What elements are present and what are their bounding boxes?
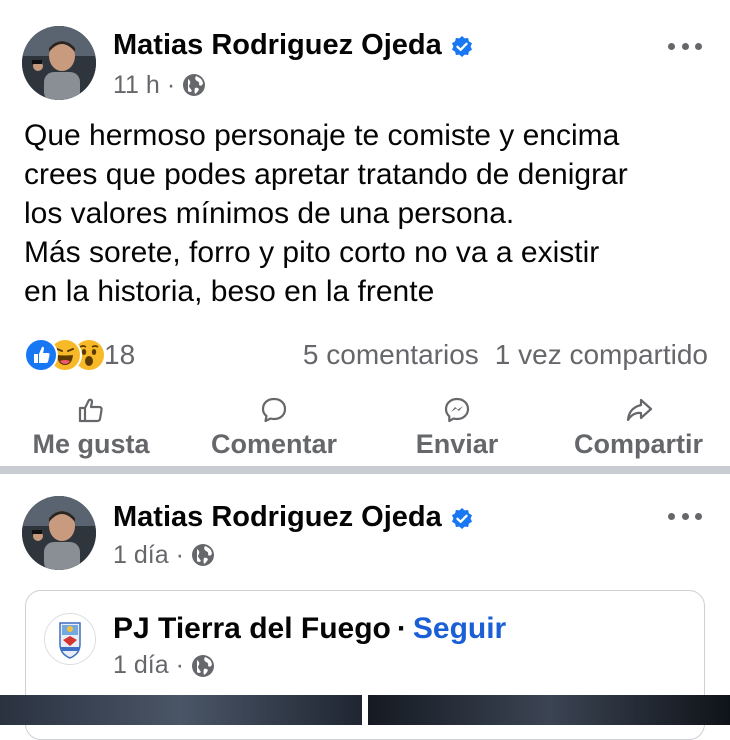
- shared-photo-right[interactable]: [368, 695, 730, 725]
- post-timestamp[interactable]: 1 día: [113, 540, 169, 570]
- reaction-count[interactable]: 18: [104, 339, 135, 371]
- shared-photo-left[interactable]: [0, 695, 362, 725]
- more-dot-icon: [695, 42, 702, 50]
- post-separator: [0, 466, 730, 474]
- author-name-text[interactable]: Matias Rodriguez Ojeda: [113, 28, 442, 62]
- thumbs-up-icon: [77, 396, 105, 424]
- shared-post-timestamp[interactable]: 1 día: [113, 651, 169, 680]
- meta-dot: ·: [175, 541, 184, 569]
- post-1: Matias Rodriguez Ojeda 11 h · Que hermos…: [0, 0, 730, 466]
- shares-count-link[interactable]: 1 vez compartido: [495, 339, 708, 371]
- author-name-text[interactable]: Matias Rodriguez Ojeda: [113, 500, 442, 534]
- shared-page-header: PJ Tierra del Fuego · Seguir: [113, 611, 506, 647]
- globe-icon: [191, 654, 215, 678]
- author-name[interactable]: Matias Rodriguez Ojeda: [113, 28, 474, 62]
- send-button[interactable]: Enviar: [412, 396, 502, 460]
- share-label: Compartir: [573, 429, 703, 459]
- more-dot-icon: [695, 512, 702, 520]
- post-meta: 11 h ·: [113, 70, 206, 100]
- comment-label: Comentar: [210, 429, 338, 459]
- more-dot-icon: [668, 512, 675, 520]
- comment-icon: [260, 396, 288, 424]
- verified-badge-icon: [450, 505, 474, 529]
- page-name-separator: ·: [396, 612, 407, 645]
- more-options-button[interactable]: [668, 36, 702, 56]
- like-label: Me gusta: [32, 429, 150, 459]
- share-button[interactable]: Compartir: [566, 396, 711, 460]
- globe-icon: [191, 543, 215, 567]
- page-logo[interactable]: [44, 613, 96, 665]
- meta-dot: ·: [175, 651, 184, 679]
- page-name-link[interactable]: PJ Tierra del Fuego: [113, 612, 391, 645]
- author-avatar[interactable]: [22, 496, 96, 570]
- reactions-summary[interactable]: 18: [24, 338, 135, 372]
- comment-button[interactable]: Comentar: [204, 396, 344, 460]
- more-dot-icon: [681, 42, 689, 50]
- post-actions-bar: Me gusta Comentar Enviar Compartir: [0, 396, 730, 464]
- post-stats: 18 5 comentarios 1 vez compartido: [24, 336, 708, 374]
- more-dot-icon: [681, 512, 689, 520]
- like-button[interactable]: Me gusta: [26, 396, 156, 460]
- author-name[interactable]: Matias Rodriguez Ojeda: [113, 500, 474, 534]
- more-options-button[interactable]: [668, 506, 702, 526]
- globe-icon: [182, 73, 206, 97]
- meta-dot: ·: [166, 71, 176, 99]
- verified-badge-icon: [450, 33, 474, 57]
- comments-count-link[interactable]: 5 comentarios: [303, 339, 479, 371]
- post-text: Que hermoso personaje te comiste y encim…: [24, 119, 628, 308]
- author-avatar[interactable]: [22, 26, 96, 100]
- post-meta: 1 día ·: [113, 540, 215, 570]
- send-label: Enviar: [415, 429, 499, 459]
- more-dot-icon: [668, 42, 675, 50]
- shared-post-meta: 1 día ·: [113, 651, 215, 680]
- messenger-icon: [443, 396, 471, 424]
- share-arrow-icon: [625, 396, 653, 424]
- follow-button[interactable]: Seguir: [413, 612, 506, 645]
- like-reaction-icon: [24, 338, 58, 372]
- post-timestamp[interactable]: 11 h: [113, 70, 160, 100]
